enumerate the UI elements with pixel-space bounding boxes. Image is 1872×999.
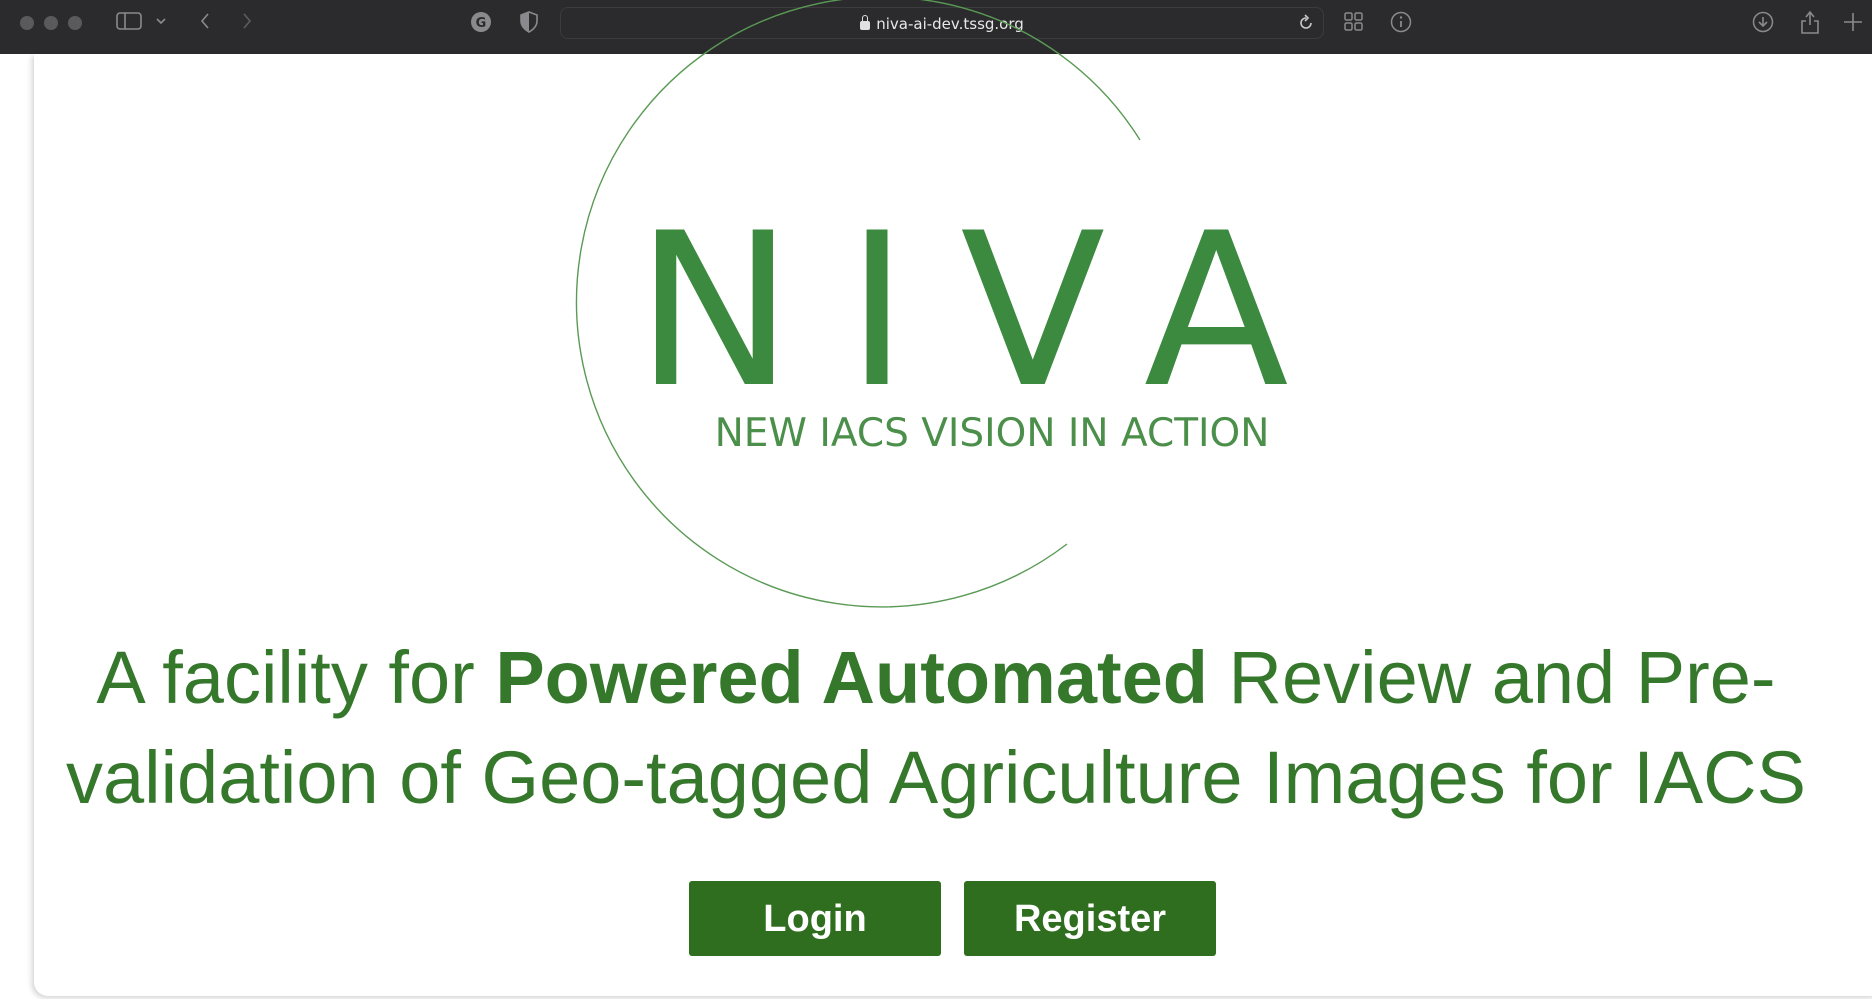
logo-subtitle: NEW IACS VISION IN ACTION [715, 411, 1270, 456]
register-button[interactable]: Register [964, 881, 1216, 956]
hero-tagline: A facility for Powered Automated Review … [40, 628, 1832, 828]
login-button[interactable]: Login [689, 881, 941, 956]
niva-logo: NIVA NEW IACS VISION IN ACTION [575, 0, 1341, 608]
tagline-bold: Powered Automated [495, 636, 1208, 719]
tagline-line2: validation of Geo-tagged Agriculture Ima… [66, 736, 1806, 819]
tagline-part2: Review and Pre- [1208, 636, 1776, 719]
tagline-part1: A facility for [96, 636, 496, 719]
logo-wordmark: NIVA [635, 187, 1341, 434]
